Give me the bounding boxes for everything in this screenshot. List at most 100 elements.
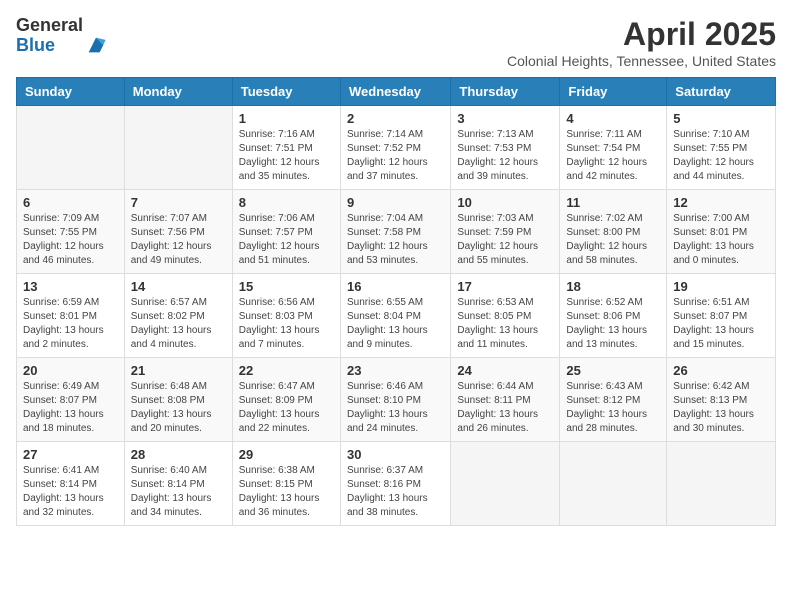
calendar-cell: 30 Sunrise: 6:37 AMSunset: 8:16 PMDayligh… [340, 442, 450, 526]
calendar-cell: 27 Sunrise: 6:41 AMSunset: 8:14 PMDayligh… [17, 442, 125, 526]
day-info: Sunrise: 6:48 AMSunset: 8:08 PMDaylight:… [131, 380, 226, 436]
calendar-week-row: 6 Sunrise: 7:09 AMSunset: 7:55 PMDaylight… [17, 190, 776, 274]
day-number: 1 [239, 111, 334, 126]
day-number: 23 [347, 363, 444, 378]
calendar-cell [17, 106, 125, 190]
title-section: April 2025 Colonial Heights, Tennessee, … [507, 16, 776, 69]
day-info: Sunrise: 6:41 AMSunset: 8:14 PMDaylight:… [23, 464, 118, 520]
calendar-cell: 15 Sunrise: 6:56 AMSunset: 8:03 PMDayligh… [232, 274, 340, 358]
calendar-cell: 24 Sunrise: 6:44 AMSunset: 8:11 PMDayligh… [451, 358, 560, 442]
logo-general: General [16, 16, 83, 36]
calendar-cell: 18 Sunrise: 6:52 AMSunset: 8:06 PMDayligh… [560, 274, 667, 358]
day-number: 17 [457, 279, 553, 294]
day-number: 16 [347, 279, 444, 294]
day-number: 26 [673, 363, 769, 378]
page-header: General Blue April 2025 Colonial Heights… [16, 16, 776, 69]
day-number: 27 [23, 447, 118, 462]
calendar-cell: 2 Sunrise: 7:14 AMSunset: 7:52 PMDaylight… [340, 106, 450, 190]
day-info: Sunrise: 7:13 AMSunset: 7:53 PMDaylight:… [457, 128, 553, 184]
calendar-cell: 23 Sunrise: 6:46 AMSunset: 8:10 PMDayligh… [340, 358, 450, 442]
calendar-cell [560, 442, 667, 526]
month-title: April 2025 [507, 16, 776, 53]
day-number: 15 [239, 279, 334, 294]
weekday-header: Sunday [17, 78, 125, 106]
calendar-cell: 9 Sunrise: 7:04 AMSunset: 7:58 PMDaylight… [340, 190, 450, 274]
day-info: Sunrise: 7:11 AMSunset: 7:54 PMDaylight:… [566, 128, 660, 184]
calendar-cell [667, 442, 776, 526]
day-info: Sunrise: 6:57 AMSunset: 8:02 PMDaylight:… [131, 296, 226, 352]
calendar-cell: 7Sunrise: 7:07 AMSunset: 7:56 PMDaylight… [124, 190, 232, 274]
day-number: 9 [347, 195, 444, 210]
calendar-cell: 6 Sunrise: 7:09 AMSunset: 7:55 PMDaylight… [17, 190, 125, 274]
calendar-cell: 25 Sunrise: 6:43 AMSunset: 8:12 PMDayligh… [560, 358, 667, 442]
day-number: 13 [23, 279, 118, 294]
calendar-cell: 26 Sunrise: 6:42 AMSunset: 8:13 PMDayligh… [667, 358, 776, 442]
day-info: Sunrise: 6:44 AMSunset: 8:11 PMDaylight:… [457, 380, 553, 436]
day-info: Sunrise: 7:07 AMSunset: 7:56 PMDaylight:… [131, 212, 226, 268]
day-number: 11 [566, 195, 660, 210]
day-number: 24 [457, 363, 553, 378]
calendar-cell [451, 442, 560, 526]
day-info: Sunrise: 7:14 AMSunset: 7:52 PMDaylight:… [347, 128, 444, 184]
weekday-header: Wednesday [340, 78, 450, 106]
day-info: Sunrise: 6:55 AMSunset: 8:04 PMDaylight:… [347, 296, 444, 352]
weekday-header-row: SundayMondayTuesdayWednesdayThursdayFrid… [17, 78, 776, 106]
calendar-cell: 10 Sunrise: 7:03 AMSunset: 7:59 PMDayligh… [451, 190, 560, 274]
weekday-header: Tuesday [232, 78, 340, 106]
day-info: Sunrise: 6:52 AMSunset: 8:06 PMDaylight:… [566, 296, 660, 352]
day-info: Sunrise: 6:53 AMSunset: 8:05 PMDaylight:… [457, 296, 553, 352]
day-info: Sunrise: 7:06 AMSunset: 7:57 PMDaylight:… [239, 212, 334, 268]
day-number: 2 [347, 111, 444, 126]
day-info: Sunrise: 7:16 AMSunset: 7:51 PMDaylight:… [239, 128, 334, 184]
day-info: Sunrise: 6:56 AMSunset: 8:03 PMDaylight:… [239, 296, 334, 352]
calendar-cell: 28 Sunrise: 6:40 AMSunset: 8:14 PMDayligh… [124, 442, 232, 526]
logo-blue: Blue [16, 36, 83, 56]
day-number: 28 [131, 447, 226, 462]
day-number: 10 [457, 195, 553, 210]
day-info: Sunrise: 7:03 AMSunset: 7:59 PMDaylight:… [457, 212, 553, 268]
calendar-week-row: 13 Sunrise: 6:59 AMSunset: 8:01 PMDayligh… [17, 274, 776, 358]
day-info: Sunrise: 6:37 AMSunset: 8:16 PMDaylight:… [347, 464, 444, 520]
calendar-cell: 11 Sunrise: 7:02 AMSunset: 8:00 PMDayligh… [560, 190, 667, 274]
day-info: Sunrise: 7:09 AMSunset: 7:55 PMDaylight:… [23, 212, 118, 268]
day-info: Sunrise: 6:59 AMSunset: 8:01 PMDaylight:… [23, 296, 118, 352]
calendar-cell: 12Sunrise: 7:00 AMSunset: 8:01 PMDayligh… [667, 190, 776, 274]
day-number: 25 [566, 363, 660, 378]
day-number: 14 [131, 279, 226, 294]
day-info: Sunrise: 6:40 AMSunset: 8:14 PMDaylight:… [131, 464, 226, 520]
weekday-header: Thursday [451, 78, 560, 106]
day-info: Sunrise: 6:46 AMSunset: 8:10 PMDaylight:… [347, 380, 444, 436]
day-number: 18 [566, 279, 660, 294]
calendar-week-row: 20 Sunrise: 6:49 AMSunset: 8:07 PMDayligh… [17, 358, 776, 442]
day-number: 30 [347, 447, 444, 462]
day-info: Sunrise: 7:02 AMSunset: 8:00 PMDaylight:… [566, 212, 660, 268]
day-number: 5 [673, 111, 769, 126]
day-number: 20 [23, 363, 118, 378]
day-info: Sunrise: 6:49 AMSunset: 8:07 PMDaylight:… [23, 380, 118, 436]
calendar-cell: 29 Sunrise: 6:38 AMSunset: 8:15 PMDayligh… [232, 442, 340, 526]
calendar-cell: 16 Sunrise: 6:55 AMSunset: 8:04 PMDayligh… [340, 274, 450, 358]
weekday-header: Friday [560, 78, 667, 106]
calendar-cell: 1 Sunrise: 7:16 AMSunset: 7:51 PMDaylight… [232, 106, 340, 190]
day-number: 21 [131, 363, 226, 378]
calendar-cell: 13 Sunrise: 6:59 AMSunset: 8:01 PMDayligh… [17, 274, 125, 358]
day-info: Sunrise: 6:38 AMSunset: 8:15 PMDaylight:… [239, 464, 334, 520]
calendar-cell: 22Sunrise: 6:47 AMSunset: 8:09 PMDayligh… [232, 358, 340, 442]
day-number: 29 [239, 447, 334, 462]
location: Colonial Heights, Tennessee, United Stat… [507, 53, 776, 69]
calendar-week-row: 1 Sunrise: 7:16 AMSunset: 7:51 PMDaylight… [17, 106, 776, 190]
weekday-header: Saturday [667, 78, 776, 106]
day-number: 8 [239, 195, 334, 210]
logo-icon [85, 34, 107, 56]
calendar-cell: 14 Sunrise: 6:57 AMSunset: 8:02 PMDayligh… [124, 274, 232, 358]
calendar-cell: 17 Sunrise: 6:53 AMSunset: 8:05 PMDayligh… [451, 274, 560, 358]
day-number: 6 [23, 195, 118, 210]
day-info: Sunrise: 7:04 AMSunset: 7:58 PMDaylight:… [347, 212, 444, 268]
calendar-cell: 4Sunrise: 7:11 AMSunset: 7:54 PMDaylight… [560, 106, 667, 190]
calendar-cell: 8 Sunrise: 7:06 AMSunset: 7:57 PMDaylight… [232, 190, 340, 274]
calendar-table: SundayMondayTuesdayWednesdayThursdayFrid… [16, 77, 776, 526]
day-info: Sunrise: 6:43 AMSunset: 8:12 PMDaylight:… [566, 380, 660, 436]
calendar-cell: 21 Sunrise: 6:48 AMSunset: 8:08 PMDayligh… [124, 358, 232, 442]
day-info: Sunrise: 6:47 AMSunset: 8:09 PMDaylight:… [239, 380, 334, 436]
day-info: Sunrise: 6:42 AMSunset: 8:13 PMDaylight:… [673, 380, 769, 436]
